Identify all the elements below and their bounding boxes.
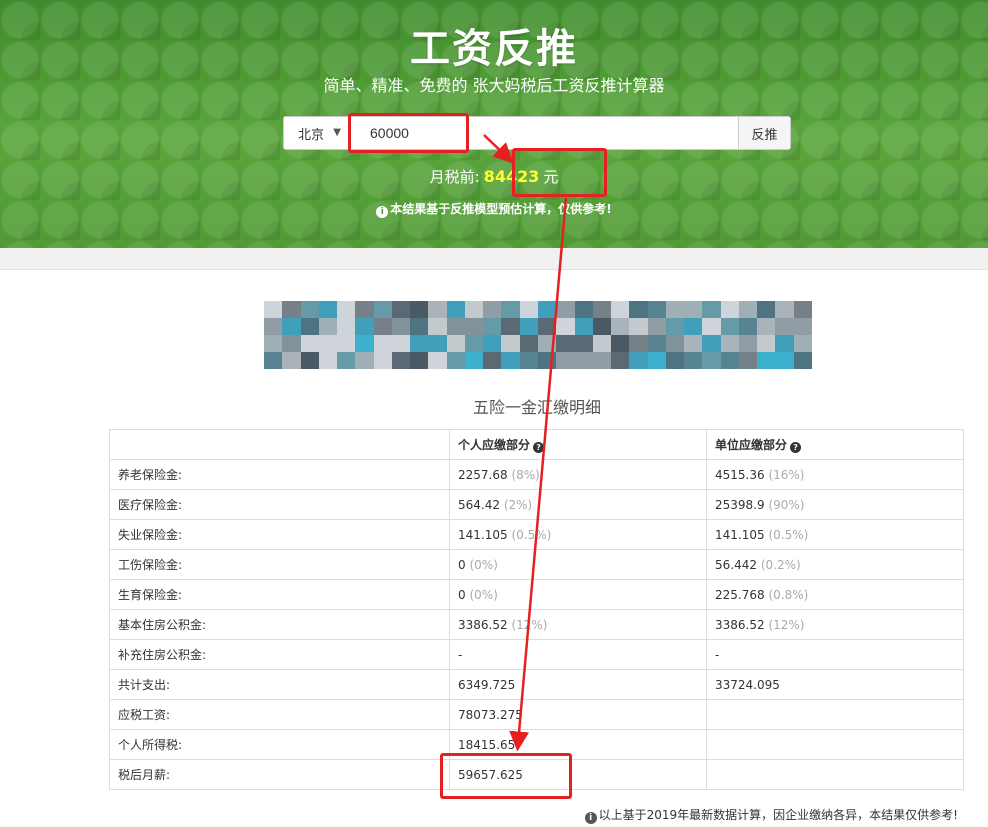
hero-header: 工资反推 简单、精准、免费的 张大妈税后工资反推计算器 北京 ▼ 反推 月税前:… — [0, 0, 988, 248]
blurred-banner-image — [264, 301, 812, 369]
table-row: 补充住房公积金: - - — [109, 639, 964, 670]
personal-amount: 6349.725 — [449, 669, 707, 700]
row-label: 税后月薪: — [109, 759, 450, 790]
row-label: 个人所得税: — [109, 729, 450, 760]
table-row: 生育保险金: 0 (0%) 225.768 (0.8%) — [109, 579, 964, 610]
personal-amount: 3386.52 (12%) — [449, 609, 707, 640]
table-row: 应税工资: 78073.275 — [109, 699, 964, 730]
personal-amount: 0 (0%) — [449, 579, 707, 610]
header-personal: 个人应缴部分? — [449, 429, 707, 460]
result-note: i 本结果基于反推模型预估计算，仅供参考! — [0, 200, 988, 218]
result-label: 月税前: — [429, 168, 480, 186]
caret-down-icon: ▼ — [333, 127, 341, 138]
row-label: 补充住房公积金: — [109, 639, 450, 670]
company-amount — [706, 759, 964, 790]
company-amount — [706, 729, 964, 760]
personal-amount: 141.105 (0.5%) — [449, 519, 707, 550]
personal-amount: - — [449, 639, 707, 670]
personal-amount: 0 (0%) — [449, 549, 707, 580]
annotation-box-result — [512, 148, 607, 197]
row-label: 基本住房公积金: — [109, 609, 450, 640]
company-amount: 141.105 (0.5%) — [706, 519, 964, 550]
company-amount — [706, 699, 964, 730]
divider-band — [0, 248, 988, 270]
row-label: 失业保险金: — [109, 519, 450, 550]
company-amount: - — [706, 639, 964, 670]
result-note-text: 本结果基于反推模型预估计算，仅供参考! — [390, 202, 612, 216]
help-icon[interactable]: ? — [533, 442, 545, 453]
table-row: 基本住房公积金: 3386.52 (12%) 3386.52 (12%) — [109, 609, 964, 640]
city-select-value: 北京 — [298, 127, 325, 143]
insurance-detail-table: 个人应缴部分? 单位应缴部分? 养老保险金: 2257.68 (8%) 4515.3… — [109, 429, 964, 790]
page-subtitle: 简单、精准、免费的 张大妈税后工资反推计算器 — [323, 76, 665, 95]
personal-amount: 2257.68 (8%) — [449, 459, 707, 490]
table-row: 养老保险金: 2257.68 (8%) 4515.36 (16%) — [109, 459, 964, 490]
company-amount: 33724.095 — [706, 669, 964, 700]
row-label: 医疗保险金: — [109, 489, 450, 520]
row-label: 生育保险金: — [109, 579, 450, 610]
footer-note: i 以上基于2019年最新数据计算，因企业缴纳各异，本结果仅供参考! — [584, 806, 958, 824]
company-amount: 3386.52 (12%) — [706, 609, 964, 640]
row-label: 共计支出: — [109, 669, 450, 700]
company-amount: 56.442 (0.2%) — [706, 549, 964, 580]
header-empty-cell — [109, 429, 450, 460]
table-header-row: 个人应缴部分? 单位应缴部分? — [109, 429, 964, 460]
info-icon: i — [376, 206, 389, 218]
reverse-calc-button[interactable]: 反推 — [738, 117, 790, 149]
city-select[interactable]: 北京 ▼ — [284, 117, 350, 149]
help-icon[interactable]: ? — [790, 442, 802, 453]
row-label: 养老保险金: — [109, 459, 450, 490]
table-row: 医疗保险金: 564.42 (2%) 25398.9 (90%) — [109, 489, 964, 520]
company-amount: 4515.36 (16%) — [706, 459, 964, 490]
annotation-box-input — [348, 113, 469, 153]
personal-amount: 78073.275 — [449, 699, 707, 730]
info-icon: i — [584, 812, 597, 824]
header-company: 单位应缴部分? — [706, 429, 964, 460]
company-amount: 225.768 (0.8%) — [706, 579, 964, 610]
row-label: 工伤保险金: — [109, 549, 450, 580]
annotation-box-aftertax — [440, 753, 572, 799]
table-row: 失业保险金: 141.105 (0.5%) 141.105 (0.5%) — [109, 519, 964, 550]
personal-amount: 564.42 (2%) — [449, 489, 707, 520]
result-line: 月税前: 84423 元 — [0, 166, 988, 187]
footer-note-text: 以上基于2019年最新数据计算，因企业缴纳各异，本结果仅供参考! — [598, 808, 958, 822]
company-amount: 25398.9 (90%) — [706, 489, 964, 520]
page-title: 工资反推 — [410, 26, 578, 72]
row-label: 应税工资: — [109, 699, 450, 730]
table-row: 共计支出: 6349.725 33724.095 — [109, 669, 964, 700]
table-caption: 五险一金汇缴明细 — [472, 398, 601, 417]
table-row: 工伤保险金: 0 (0%) 56.442 (0.2%) — [109, 549, 964, 580]
